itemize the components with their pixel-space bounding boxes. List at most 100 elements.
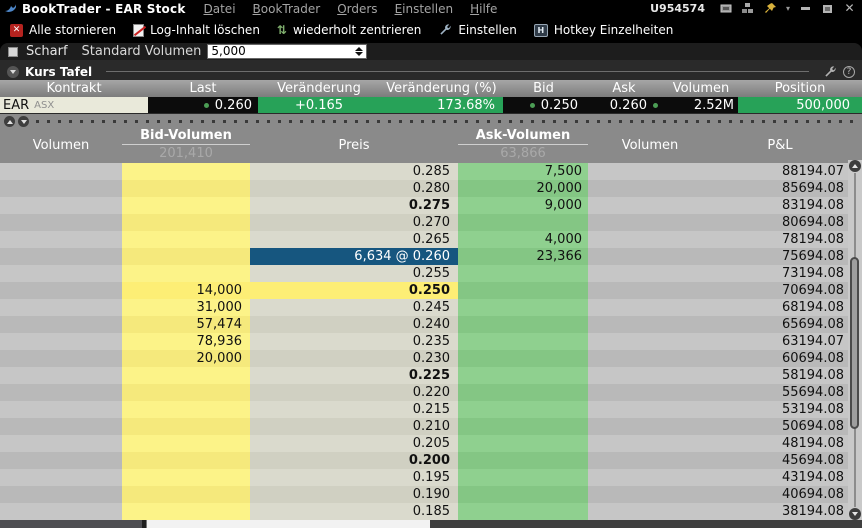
bid-volume-cell[interactable]: 31,000 [122,299,250,316]
scrollbar-up-icon[interactable] [849,160,861,172]
contract-cell[interactable]: EAR ASX [0,97,148,113]
depth-volume-right-cell[interactable] [588,452,712,469]
vertical-scrollbar[interactable] [848,160,862,520]
configure-button[interactable]: Einstellen [434,21,521,39]
depth-volume-left-cell[interactable] [0,469,122,486]
depth-volume-left-cell[interactable] [0,384,122,401]
price-cell[interactable]: 6,634 @ 0.260 [250,248,458,265]
depth-volume-right-cell[interactable] [588,503,712,520]
ask-volume-cell[interactable]: 20,000 [458,180,588,197]
depth-volume-left-cell[interactable] [0,503,122,520]
depth-volume-right-cell[interactable] [588,367,712,384]
price-cell[interactable]: 0.215 [250,401,458,418]
cancel-all-button[interactable]: ✕ Alle stornieren [6,21,120,39]
minimize-button[interactable] [799,3,812,14]
depth-volume-right-cell[interactable] [588,299,712,316]
price-cell[interactable]: 0.235 [250,333,458,350]
scrollbar-thumb[interactable] [850,257,859,429]
bid-volume-cell[interactable] [122,265,250,282]
depth-volume-left-cell[interactable] [0,248,122,265]
menu-item-orders[interactable]: Orders [337,2,377,16]
depth-volume-right-cell[interactable] [588,418,712,435]
ask-volume-cell[interactable]: 7,500 [458,163,588,180]
bid-volume-cell[interactable] [122,384,250,401]
depth-volume-right-cell[interactable] [588,231,712,248]
depth-volume-right-cell[interactable] [588,350,712,367]
bid-volume-cell[interactable]: 20,000 [122,350,250,367]
depth-volume-left-cell[interactable] [0,486,122,503]
default-size-input[interactable]: 5,000 [207,44,367,59]
clear-log-button[interactable]: Log-Inhalt löschen [129,21,264,39]
depth-volume-right-cell[interactable] [588,435,712,452]
blocks-icon[interactable] [742,3,755,14]
pin-icon[interactable] [764,3,777,14]
bid-volume-cell[interactable] [122,503,250,520]
bid-volume-cell[interactable] [122,231,250,248]
position-cell[interactable]: 500,000 [738,97,862,113]
bid-volume-cell[interactable]: 57,474 [122,316,250,333]
panel-wrench-icon[interactable] [823,65,837,79]
ask-volume-cell[interactable] [458,469,588,486]
change-cell[interactable]: +0.165 [258,97,380,113]
depth-volume-right-cell[interactable] [588,265,712,282]
depth-volume-left-cell[interactable] [0,367,122,384]
depth-volume-right-cell[interactable] [588,401,712,418]
depth-volume-right-cell[interactable] [588,197,712,214]
help-icon[interactable]: ? [843,66,855,78]
menu-item-datei[interactable]: Datei [204,2,236,16]
horizontal-scrollbar[interactable] [0,520,862,528]
price-cell[interactable]: 0.285 [250,163,458,180]
depth-volume-left-cell[interactable] [0,163,122,180]
depth-volume-left-cell[interactable] [0,401,122,418]
ask-volume-cell[interactable] [458,418,588,435]
header-change[interactable]: Veränderung [258,80,380,97]
depth-volume-right-cell[interactable] [588,486,712,503]
bid-volume-cell[interactable] [122,214,250,231]
ask-volume-cell[interactable] [458,401,588,418]
stepper-down-icon[interactable] [355,52,363,56]
close-button[interactable]: ✕ [843,3,856,14]
armed-checkbox[interactable] [8,47,18,57]
bid-volume-cell[interactable] [122,367,250,384]
price-cell[interactable]: 0.195 [250,469,458,486]
bid-volume-cell[interactable] [122,486,250,503]
depth-volume-right-cell[interactable] [588,316,712,333]
header-last[interactable]: Last [148,80,258,97]
bid-volume-cell[interactable] [122,435,250,452]
bid-volume-cell[interactable] [122,452,250,469]
ask-volume-cell[interactable] [458,333,588,350]
size-stepper[interactable] [352,45,366,58]
ask-volume-cell[interactable] [458,350,588,367]
bid-volume-cell[interactable] [122,180,250,197]
bid-volume-cell[interactable]: 78,936 [122,333,250,350]
price-cell[interactable]: 0.190 [250,486,458,503]
ask-volume-cell[interactable] [458,367,588,384]
depth-volume-left-cell[interactable] [0,316,122,333]
ask-volume-cell[interactable] [458,265,588,282]
depth-volume-right-cell[interactable] [588,469,712,486]
bid-volume-cell[interactable] [122,248,250,265]
depth-volume-right-cell[interactable] [588,384,712,401]
stepper-up-icon[interactable] [355,47,363,51]
depth-volume-left-cell[interactable] [0,214,122,231]
ask-volume-cell[interactable] [458,452,588,469]
header-change-pct[interactable]: Veränderung (%) [380,80,503,97]
depth-volume-left-cell[interactable] [0,333,122,350]
depth-volume-right-cell[interactable] [588,333,712,350]
volume-cell[interactable]: 2.52M [664,97,738,113]
scrollbar-down-icon[interactable] [849,508,861,520]
ask-volume-cell[interactable] [458,282,588,299]
bid-volume-cell[interactable]: 14,000 [122,282,250,299]
price-cell[interactable]: 0.265 [250,231,458,248]
scroll-down-button[interactable] [18,116,29,127]
price-cell[interactable]: 0.225 [250,367,458,384]
ask-volume-cell[interactable] [458,316,588,333]
price-cell[interactable]: 0.240 [250,316,458,333]
maximize-button[interactable] [821,3,834,14]
change-pct-cell[interactable]: 173.68% [380,97,503,113]
bid-volume-cell[interactable] [122,469,250,486]
price-cell[interactable]: 0.275 [250,197,458,214]
price-cell[interactable]: 0.255 [250,265,458,282]
depth-volume-left-cell[interactable] [0,418,122,435]
ask-volume-cell[interactable] [458,384,588,401]
